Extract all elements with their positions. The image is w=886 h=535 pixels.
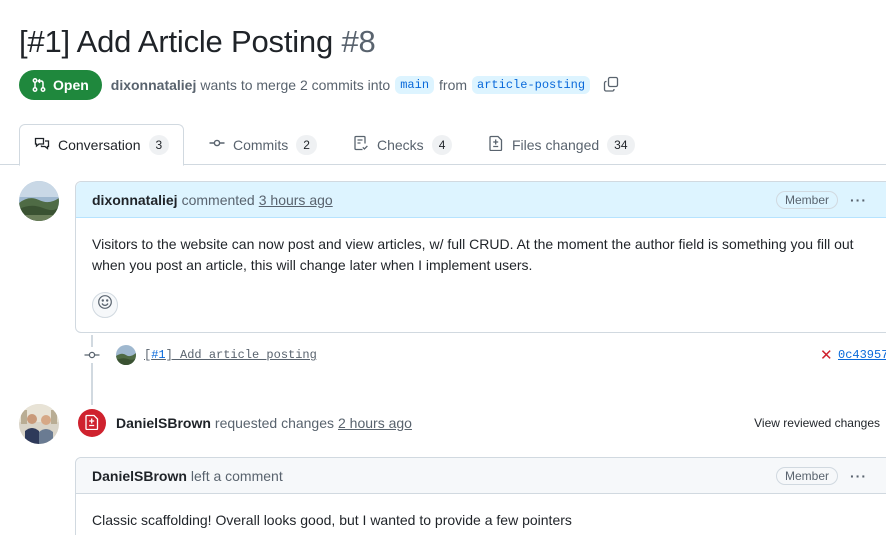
pr-author-link[interactable]: dixonnataliej: [111, 77, 197, 93]
tab-files-changed-label: Files changed: [512, 136, 600, 153]
role-badge: Member: [775, 466, 838, 485]
git-commit-icon: [84, 347, 100, 363]
review-action: requested changes: [214, 415, 334, 431]
git-pull-request-icon: [31, 77, 47, 93]
tab-checks-count: 4: [431, 134, 453, 155]
comment-header: dixonnataliej commented 3 hours ago Memb…: [76, 182, 886, 218]
comment-options-button[interactable]: ···: [850, 468, 867, 484]
pr-title-text: [#1] Add Article Posting: [19, 24, 334, 59]
check-failed-icon[interactable]: ✕: [820, 346, 833, 364]
comment-body: Classic scaffolding! Overall looks good,…: [76, 494, 886, 531]
pr-state-label: Open: [53, 77, 89, 93]
tab-files-changed-count: 34: [607, 134, 635, 155]
tab-commits[interactable]: Commits 2: [195, 124, 331, 165]
copy-branch-button[interactable]: [603, 76, 619, 95]
commit-issue-ref[interactable]: #1: [151, 348, 165, 362]
from-text: from: [439, 77, 468, 93]
tab-conversation-count: 3: [148, 135, 170, 155]
comment-author[interactable]: dixonnataliej: [92, 192, 178, 208]
review-author[interactable]: DanielSBrown: [116, 415, 211, 431]
copy-icon: [603, 76, 619, 95]
smiley-icon: [97, 294, 113, 316]
review-comment-box: DanielSBrown left a comment Member ··· C…: [75, 457, 886, 535]
merge-text: wants to merge 2 commits into: [200, 77, 391, 93]
file-diff-icon: [84, 414, 100, 433]
add-reaction-button[interactable]: [92, 292, 118, 318]
commit-event: [#1] Add article posting ✕ 0c43957: [84, 344, 886, 366]
commit-sha-link[interactable]: 0c43957: [838, 348, 886, 362]
pr-state-badge: Open: [19, 70, 102, 100]
role-badge: Member: [775, 190, 838, 209]
tab-conversation[interactable]: Conversation 3: [19, 124, 185, 166]
git-commit-icon: [209, 135, 225, 154]
tab-commits-count: 2: [296, 134, 317, 155]
comment-discussion-icon: [34, 136, 50, 155]
tab-checks[interactable]: Checks 4: [339, 124, 466, 165]
tab-checks-label: Checks: [377, 136, 424, 153]
base-branch[interactable]: main: [395, 76, 435, 94]
commit-message-link[interactable]: [#1] Add article posting: [144, 348, 317, 362]
comment-action: commented: [181, 191, 255, 208]
commit-avatar[interactable]: [116, 345, 136, 365]
tab-files-changed[interactable]: Files changed 34: [474, 124, 649, 165]
comment-author[interactable]: DanielSBrown: [92, 468, 187, 484]
pr-number: #8: [341, 24, 376, 59]
tab-conversation-label: Conversation: [58, 137, 141, 153]
comment-timestamp[interactable]: 3 hours ago: [259, 192, 333, 208]
review-event: DanielSBrown requested changes 2 hours a…: [78, 405, 886, 441]
comment-box: dixonnataliej commented 3 hours ago Memb…: [75, 181, 886, 333]
avatar[interactable]: [19, 404, 59, 444]
comment-text: Classic scaffolding! Overall looks good,…: [92, 512, 572, 528]
avatar[interactable]: [19, 181, 59, 221]
comment-options-button[interactable]: ···: [850, 192, 867, 208]
comment-action: left a comment: [190, 467, 283, 484]
pr-title: [#1] Add Article Posting #8: [19, 24, 376, 60]
comment-header: DanielSBrown left a comment Member ···: [76, 458, 886, 494]
comment-body: Visitors to the website can now post and…: [76, 218, 886, 318]
review-timestamp[interactable]: 2 hours ago: [338, 415, 412, 431]
pr-meta: Open dixonnataliej wants to merge 2 comm…: [19, 70, 619, 100]
changes-requested-badge: [78, 409, 106, 437]
view-reviewed-changes-button[interactable]: View reviewed changes: [754, 416, 880, 430]
head-branch[interactable]: article-posting: [472, 76, 591, 94]
pr-tabs: Conversation 3 Commits 2 Checks 4 Files …: [0, 124, 886, 166]
file-diff-icon: [488, 135, 504, 154]
checklist-icon: [353, 135, 369, 154]
comment-text: Visitors to the website can now post and…: [92, 236, 854, 273]
commit-message-text: ] Add article posting: [165, 348, 317, 362]
tab-commits-label: Commits: [233, 136, 289, 153]
